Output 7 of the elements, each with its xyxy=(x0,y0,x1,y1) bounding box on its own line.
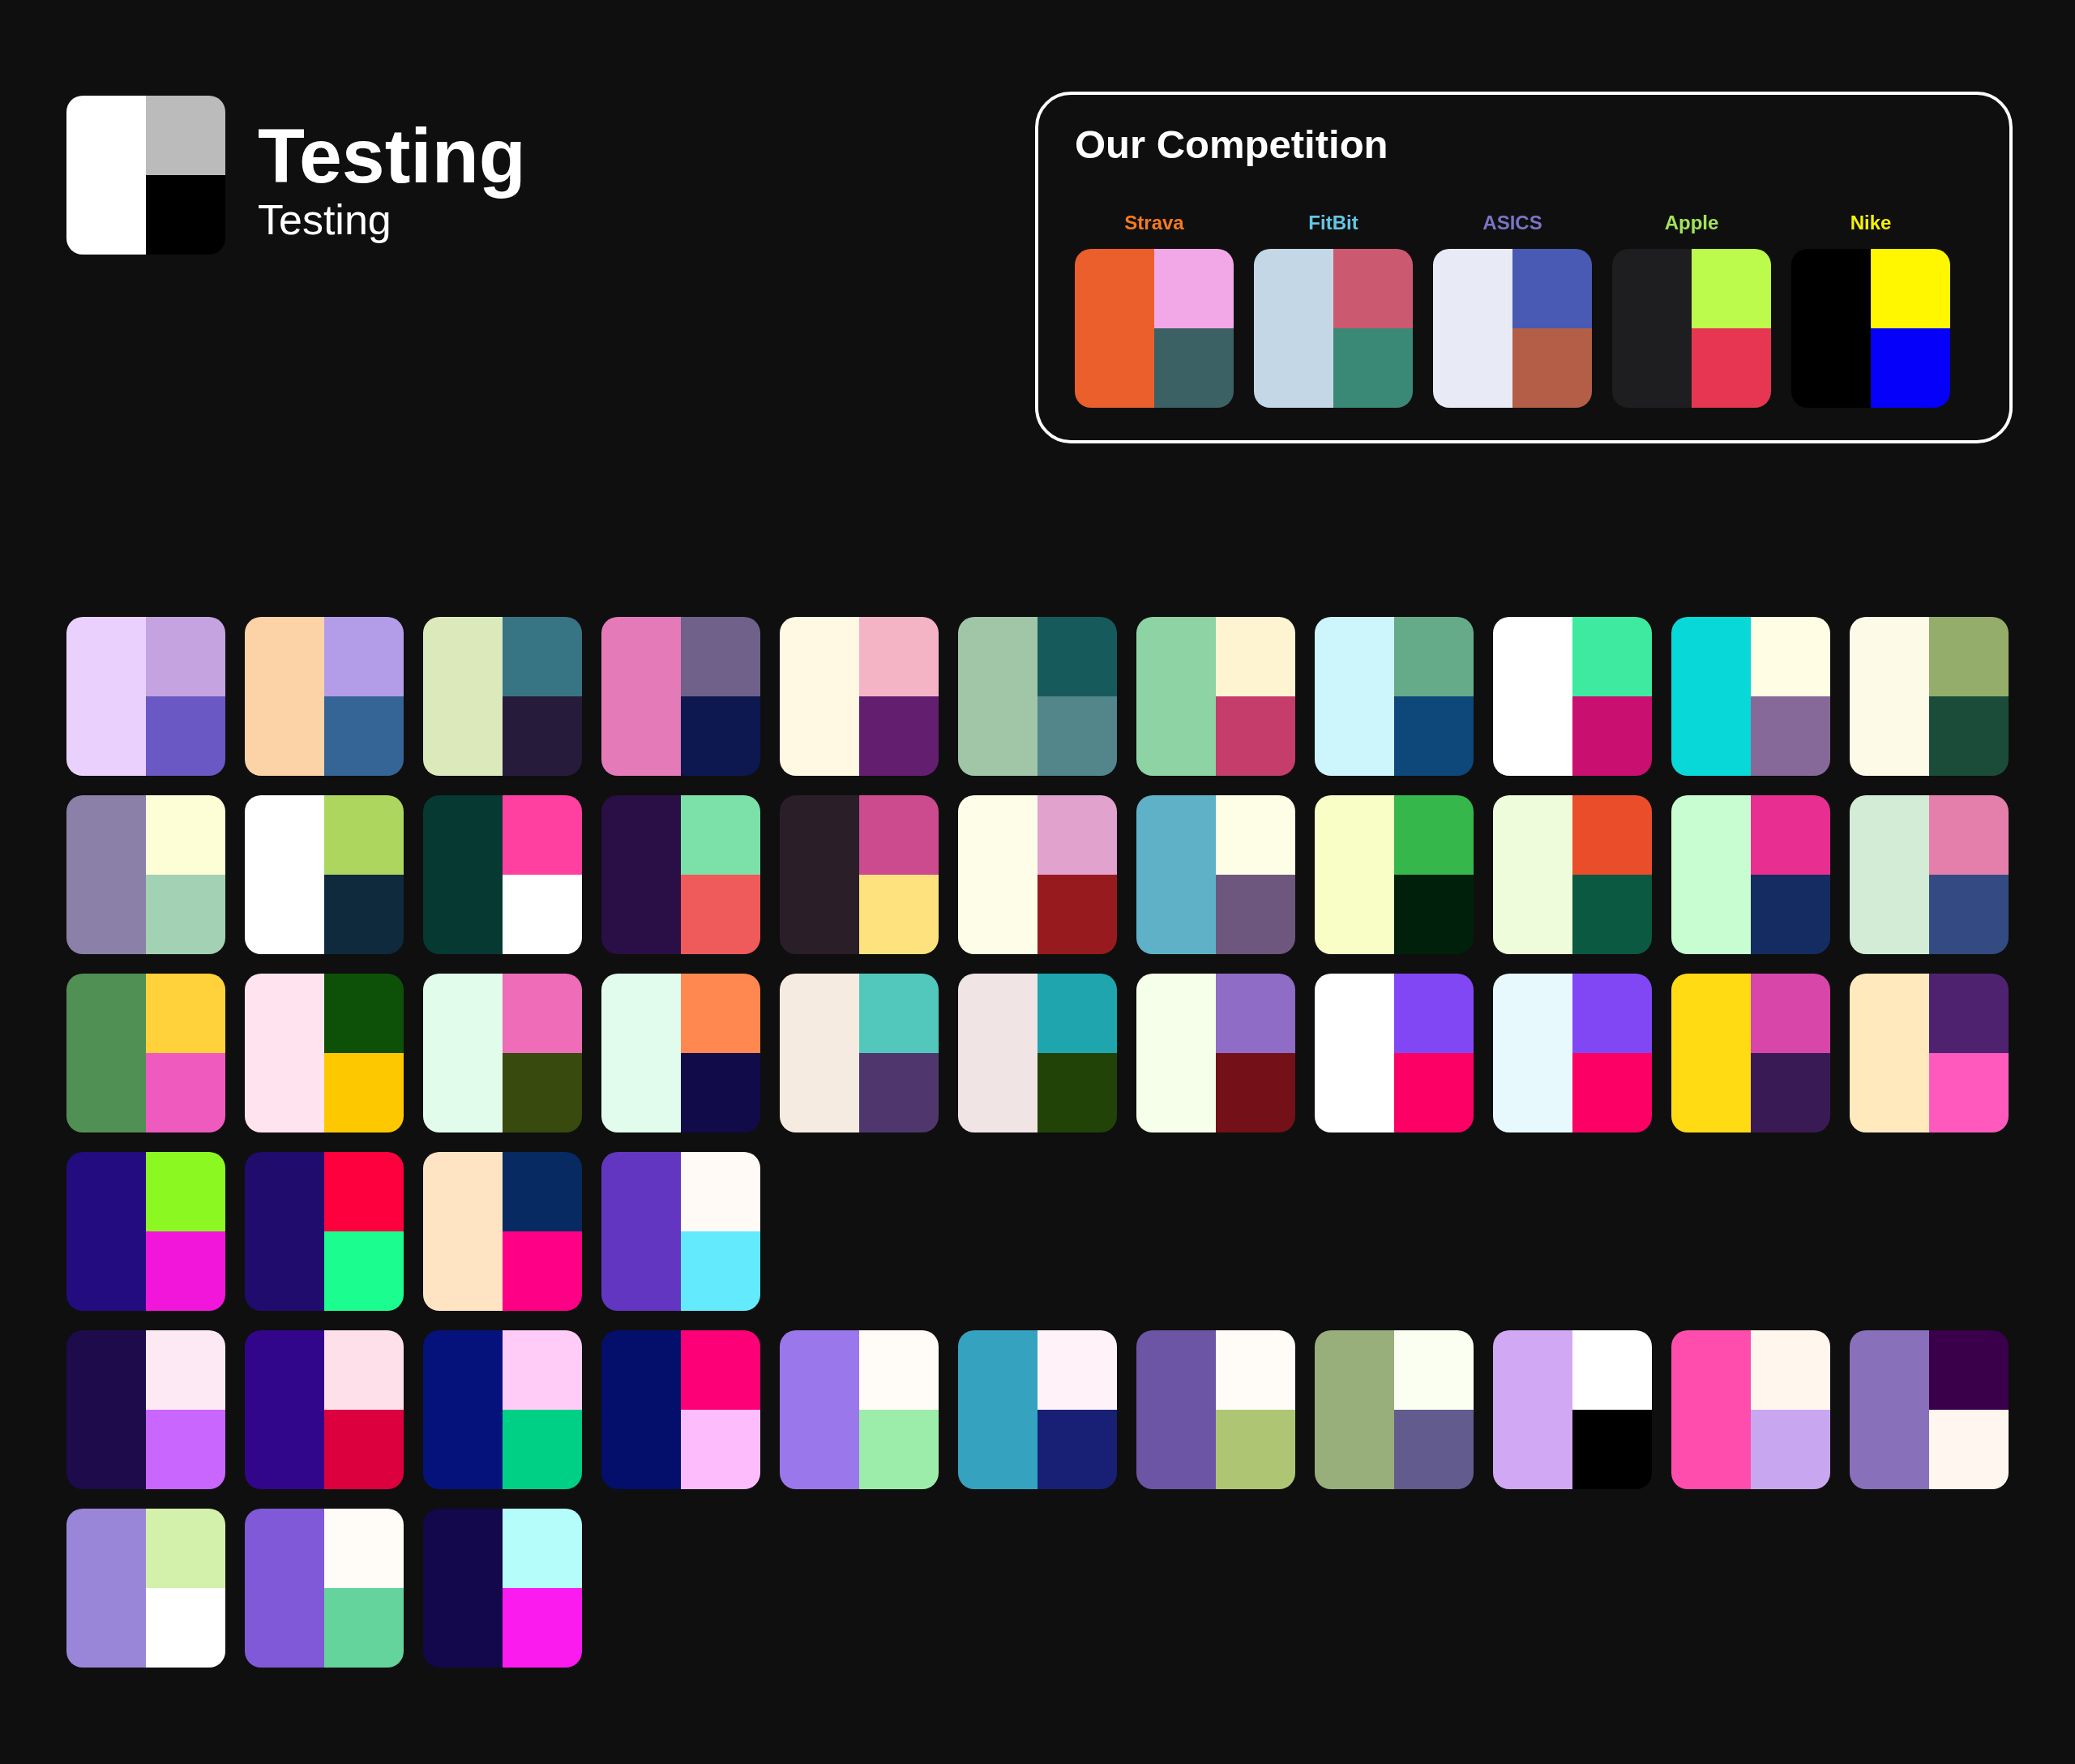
brand-label: FitBit xyxy=(1308,212,1358,234)
page-subtitle: Testing xyxy=(258,196,391,243)
card-title: Our Competition xyxy=(1075,122,1389,168)
brand-label: Strava xyxy=(1124,212,1184,234)
brand-label: ASICS xyxy=(1482,212,1542,234)
brand-label: Apple xyxy=(1664,212,1719,234)
brand-label: Nike xyxy=(1850,212,1892,234)
